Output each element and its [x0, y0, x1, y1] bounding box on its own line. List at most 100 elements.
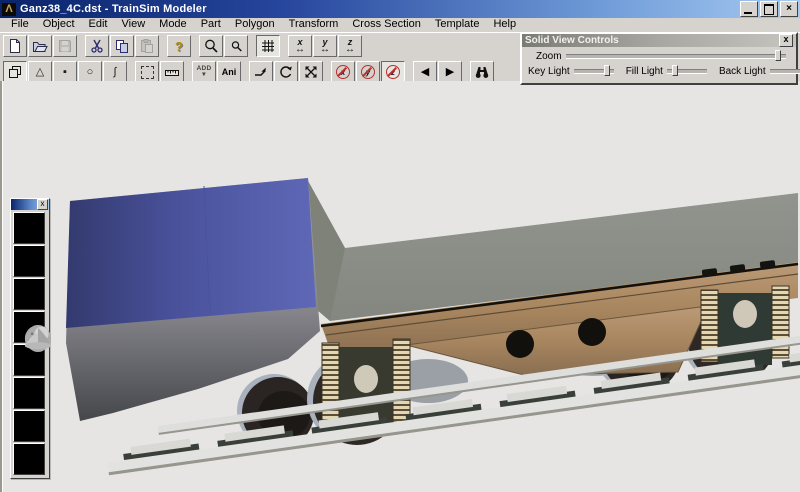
menu-polygon[interactable]: Polygon [228, 18, 282, 31]
triangle-poly-button[interactable]: △ [28, 61, 52, 83]
rotate-icon [278, 64, 294, 80]
find-button[interactable] [470, 61, 494, 83]
menu-cross-section[interactable]: Cross Section [345, 18, 427, 31]
magnifier-small-icon [228, 38, 244, 54]
new-file-button[interactable] [3, 35, 27, 57]
restore-button[interactable] [760, 1, 778, 17]
viewport-3d[interactable] [8, 81, 800, 492]
app-icon: Λ [2, 3, 16, 16]
menu-edit[interactable]: Edit [82, 18, 115, 31]
solid-view-button[interactable] [3, 61, 27, 83]
menu-object[interactable]: Object [36, 18, 82, 31]
zoom-slider-label: Zoom [536, 51, 562, 62]
save-floppy-icon [57, 38, 73, 54]
spring-pack-left [322, 339, 410, 424]
copy-icon [114, 38, 130, 54]
lock-x-button[interactable]: x [331, 61, 355, 83]
circle-icon: ○ [87, 67, 94, 78]
menu-part[interactable]: Part [194, 18, 228, 31]
toolbar-separator [160, 35, 167, 57]
prev-part-button[interactable]: ◀ [413, 61, 437, 83]
zoom-out-button[interactable] [224, 35, 248, 57]
restore-icon [764, 4, 774, 15]
spline-icon: ∫ [113, 67, 116, 78]
toolbar-separator [192, 35, 199, 57]
no-x-icon [336, 65, 350, 79]
close-icon: × [786, 4, 792, 14]
svc-close-button[interactable]: x [779, 34, 793, 47]
zoom-slider[interactable] [566, 54, 786, 59]
help-icon: ? [175, 39, 183, 54]
dome-icon [19, 199, 57, 478]
scale-tool-button[interactable] [299, 61, 323, 83]
svc-titlebar[interactable]: Solid View Controls x [522, 34, 796, 47]
selection-rect-icon [141, 66, 154, 79]
move-arrow-icon [253, 64, 269, 80]
toolbar-separator [249, 35, 256, 57]
tool-dome-button[interactable] [13, 443, 45, 475]
toolbar-separator [128, 61, 135, 83]
x-axis-button[interactable]: x ↔ [288, 35, 312, 57]
fill-light-slider[interactable] [667, 69, 707, 74]
select-rect-button[interactable] [135, 61, 159, 83]
key-light-thumb[interactable] [604, 65, 610, 76]
z-axis-button[interactable]: z ↔ [338, 35, 362, 57]
lock-y-button[interactable]: y [356, 61, 380, 83]
menu-file[interactable]: File [4, 18, 36, 31]
next-part-button[interactable]: ▶ [438, 61, 462, 83]
grid-toggle-button[interactable] [256, 35, 280, 57]
magnifier-large-icon [203, 38, 219, 54]
ani-label: Ani [222, 67, 237, 77]
minimize-icon [744, 12, 752, 14]
cut-button[interactable] [85, 35, 109, 57]
help-button[interactable]: ? [167, 35, 191, 57]
overlapping-squares-icon [7, 64, 23, 80]
train-model-scene [8, 81, 800, 492]
menu-transform[interactable]: Transform [282, 18, 346, 31]
triangle-icon: △ [36, 67, 44, 78]
fill-light-thumb[interactable] [672, 65, 678, 76]
menu-view[interactable]: View [115, 18, 153, 31]
trainsim-modeler-window: Λ Ganz38_4C.dst - TrainSim Modeler × Fil… [0, 0, 800, 492]
back-light-label: Back Light [719, 66, 766, 77]
animation-button[interactable]: Ani [217, 61, 241, 83]
y-axis-button[interactable]: y ↔ [313, 35, 337, 57]
paste-button[interactable] [135, 35, 159, 57]
menu-template[interactable]: Template [428, 18, 487, 31]
rotate-tool-button[interactable] [274, 61, 298, 83]
toolbar-separator [185, 61, 192, 83]
scissors-icon [89, 38, 105, 54]
lock-z-button[interactable]: z [381, 61, 405, 83]
solid-view-controls-palette: Solid View Controls x Zoom Key Light Fil… [520, 32, 798, 85]
move-tool-button[interactable] [249, 61, 273, 83]
scale-icon [303, 64, 319, 80]
no-z-icon [386, 65, 400, 79]
save-file-button[interactable] [53, 35, 77, 57]
no-y-icon [361, 65, 375, 79]
close-button[interactable]: × [780, 1, 798, 17]
circle-poly-button[interactable]: ○ [78, 61, 102, 83]
toolbar-separator [406, 61, 413, 83]
toolbar-separator [281, 35, 288, 57]
zoom-slider-thumb[interactable] [775, 50, 781, 61]
spline-button[interactable]: ∫ [103, 61, 127, 83]
grid-icon [260, 38, 276, 54]
window-title: Ganz38_4C.dst - TrainSim Modeler [20, 3, 740, 15]
menu-help[interactable]: Help [486, 18, 523, 31]
svc-title: Solid View Controls [525, 35, 779, 47]
add-point-button[interactable]: ADD ▾ [192, 61, 216, 83]
open-file-button[interactable] [28, 35, 52, 57]
measure-button[interactable] [160, 61, 184, 83]
title-bar[interactable]: Λ Ganz38_4C.dst - TrainSim Modeler × [0, 0, 800, 18]
menu-mode[interactable]: Mode [152, 18, 194, 31]
copy-button[interactable] [110, 35, 134, 57]
viewport-area: x [0, 81, 800, 492]
point-button[interactable]: ▪ [53, 61, 77, 83]
key-light-slider[interactable] [574, 69, 614, 74]
minimize-button[interactable] [740, 1, 758, 17]
back-light-slider[interactable] [770, 69, 800, 74]
toolbar-separator [463, 61, 470, 83]
zoom-in-button[interactable] [199, 35, 223, 57]
menu-bar: File Object Edit View Mode Part Polygon … [0, 18, 800, 32]
new-file-icon [7, 38, 23, 54]
